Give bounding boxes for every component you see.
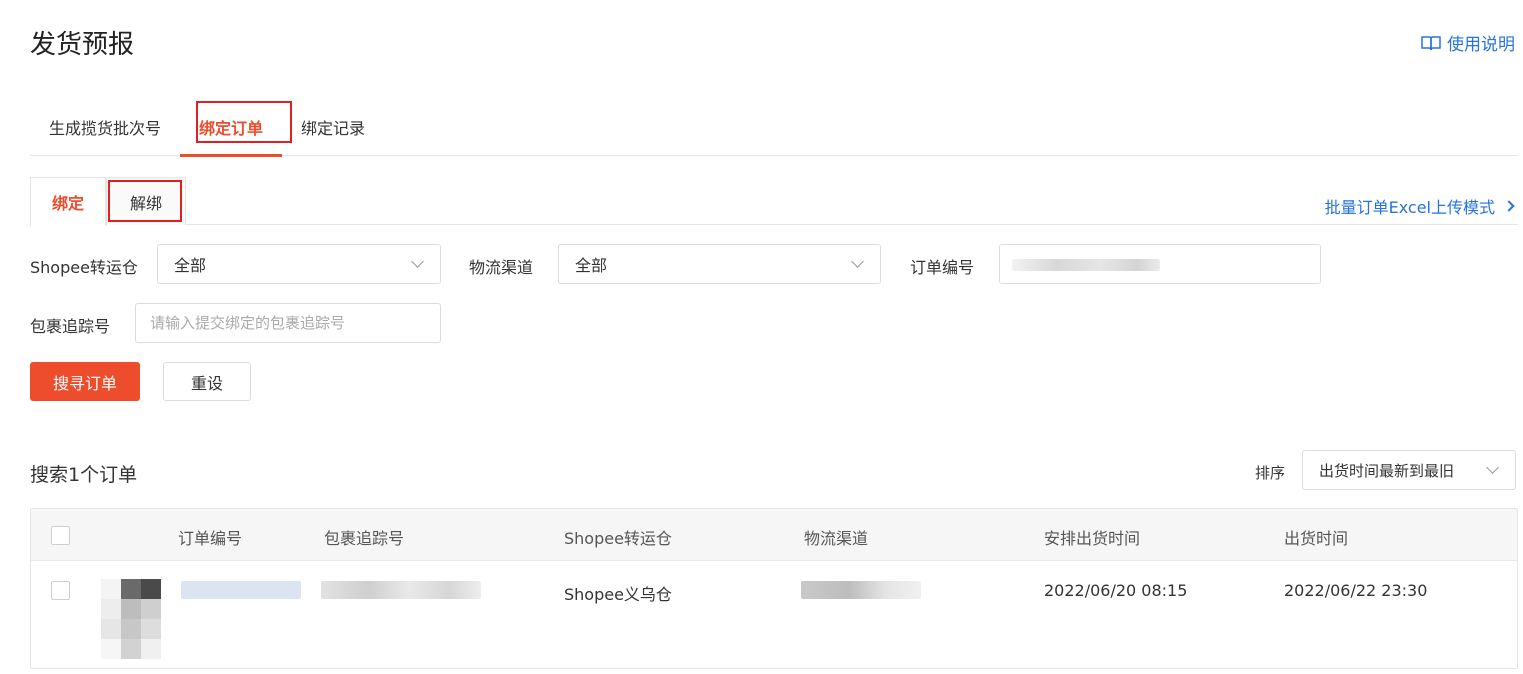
result-count: 搜索1个订单: [30, 464, 138, 486]
table-header: 订单编号 包裹追踪号 Shopee转运仓 物流渠道 安排出货时间 出货时间: [31, 509, 1517, 561]
sort-select[interactable]: 出货时间最新到最旧: [1302, 450, 1516, 490]
col-ship-time: 出货时间: [1284, 529, 1349, 548]
tracking-input[interactable]: [135, 303, 441, 343]
col-order-no: 订单编号: [178, 529, 243, 548]
cell-warehouse: Shopee义乌仓: [564, 585, 672, 604]
main-tabs: 生成揽货批次号 绑定订单 绑定记录: [30, 98, 1518, 157]
tab-bind-records[interactable]: 绑定记录: [282, 98, 384, 156]
warehouse-select[interactable]: 全部: [157, 244, 441, 284]
tab-bind-order[interactable]: 绑定订单: [180, 98, 283, 157]
sort-select-value: 出货时间最新到最旧: [1319, 461, 1455, 480]
help-link-label: 使用说明: [1447, 35, 1515, 55]
sub-tabs: 绑定 解绑: [30, 177, 1518, 226]
tab-generate-batch[interactable]: 生成揽货批次号: [30, 98, 180, 156]
warehouse-label: Shopee转运仓: [30, 258, 138, 277]
reset-button[interactable]: 重设: [163, 362, 251, 401]
cell-arrange-time: 2022/06/20 08:15: [1044, 581, 1188, 600]
redacted-order-no-link[interactable]: [181, 581, 301, 599]
redacted-channel: [801, 581, 921, 599]
col-channel: 物流渠道: [804, 529, 869, 548]
product-thumbnail: [101, 579, 161, 659]
search-order-button[interactable]: 搜寻订单: [30, 362, 140, 401]
excel-upload-link[interactable]: 批量订单Excel上传模式: [1324, 194, 1515, 218]
select-all-checkbox[interactable]: [51, 526, 70, 545]
order-no-input[interactable]: [999, 244, 1321, 284]
page-title: 发货预报: [30, 30, 135, 60]
col-warehouse: Shopee转运仓: [564, 529, 672, 548]
subtab-bind[interactable]: 绑定: [30, 177, 106, 226]
tracking-label: 包裹追踪号: [30, 317, 111, 336]
orders-table: 订单编号 包裹追踪号 Shopee转运仓 物流渠道 安排出货时间 出货时间 Sh…: [30, 508, 1518, 669]
chevron-down-icon: [1486, 461, 1499, 474]
order-no-label: 订单编号: [910, 258, 975, 277]
channel-label: 物流渠道: [469, 258, 534, 277]
col-arrange-time: 安排出货时间: [1044, 529, 1141, 548]
sort-label: 排序: [1255, 464, 1286, 482]
book-icon: [1421, 35, 1441, 50]
channel-select-value: 全部: [575, 256, 608, 275]
row-checkbox[interactable]: [51, 581, 70, 600]
warehouse-select-value: 全部: [174, 256, 207, 275]
excel-upload-label: 批量订单Excel上传模式: [1324, 198, 1495, 217]
help-link[interactable]: 使用说明: [1421, 30, 1515, 55]
chevron-down-icon: [851, 255, 864, 268]
chevron-right-icon: [1503, 200, 1515, 212]
redacted-order-no: [1012, 259, 1160, 271]
col-tracking-no: 包裹追踪号: [324, 529, 405, 548]
chevron-down-icon: [411, 255, 424, 268]
redacted-tracking-no: [321, 581, 481, 599]
subtab-unbind[interactable]: 解绑: [106, 177, 186, 225]
cell-ship-time: 2022/06/22 23:30: [1284, 581, 1428, 600]
channel-select[interactable]: 全部: [558, 244, 881, 284]
